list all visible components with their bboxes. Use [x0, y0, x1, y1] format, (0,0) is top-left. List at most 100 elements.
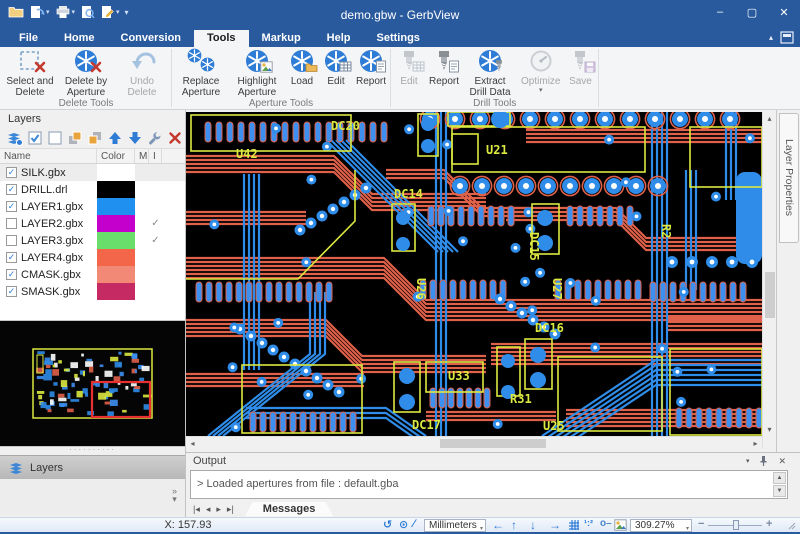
output-log[interactable]: > Loaded apertures from file : default.g… [190, 470, 788, 499]
pcb-canvas[interactable]: DC20U42U21DC14DC15R2U26U27DC16U33R31DC17… [186, 112, 762, 436]
vscroll-thumb[interactable] [765, 272, 775, 318]
pan-up-icon[interactable]: ↑ [511, 518, 517, 532]
ribbon-button-save[interactable]: Save [563, 47, 597, 87]
pan-left-icon[interactable]: ← [492, 518, 504, 532]
rotate-icon[interactable]: ↺ [383, 518, 392, 531]
column-header-m[interactable]: M [135, 149, 149, 163]
layer-row-layer1-gbx[interactable]: ✓LAYER1.gbx [0, 198, 185, 215]
scroll-right-icon[interactable]: ▸ [749, 437, 762, 450]
pin-icon[interactable] [758, 455, 769, 467]
ribbon-button-select-and-delete[interactable]: Select and Delete [2, 47, 58, 98]
origin-icon[interactable]: o– [600, 518, 612, 529]
panel-overflow-button[interactable]: »▾ [172, 487, 177, 503]
pan-down-icon[interactable]: ↓ [530, 518, 536, 532]
layer-color-swatch[interactable] [97, 164, 135, 181]
line-icon[interactable]: ∕ [413, 518, 415, 530]
overview-thumbnail[interactable] [0, 320, 185, 447]
layer-row-drill-drl[interactable]: ✓DRILL.drl [0, 181, 185, 198]
zoom-in-icon[interactable]: + [766, 518, 772, 530]
layer-color-swatch[interactable] [97, 249, 135, 266]
ribbon-options-icon[interactable] [780, 31, 794, 44]
output-close-icon[interactable]: ✕ [778, 456, 786, 467]
layer-row-smask-gbx[interactable]: ✓SMASK.gbx [0, 283, 185, 300]
next-tab-icon[interactable]: ▸ [213, 504, 224, 515]
ribbon-button-replace-aperture[interactable]: Replace Aperture [173, 47, 229, 98]
layer-row-silk-gbx[interactable]: ✓SILK.gbx [0, 164, 185, 181]
layer-visible-checkbox[interactable]: ✓ [6, 201, 17, 212]
bring-forward-button[interactable] [66, 130, 83, 147]
canvas-hscrollbar[interactable]: ◂ ▸ [186, 436, 762, 449]
check-all-button[interactable] [26, 130, 43, 147]
layer-row-layer2-gbx[interactable]: LAYER2.gbx✓ [0, 215, 185, 232]
prev-tab-icon[interactable]: ◂ [203, 504, 214, 515]
close-button[interactable]: ✕ [768, 0, 800, 24]
scroll-left-icon[interactable]: ◂ [186, 437, 199, 450]
scroll-down-icon[interactable]: ▾ [763, 423, 776, 436]
ribbon-button-report[interactable]: Report [426, 47, 462, 87]
zoom-out-icon[interactable]: − [698, 518, 704, 530]
last-tab-icon[interactable]: ▸| [224, 504, 237, 515]
tab-tools[interactable]: Tools [194, 30, 249, 47]
ribbon-button-optimize[interactable]: Optimize▾ [518, 47, 563, 95]
renumber-icon[interactable]: ¹:² [584, 518, 593, 528]
ribbon-button-delete-by-aperture[interactable]: Delete by Aperture [58, 47, 114, 98]
settings-wrench-button[interactable] [146, 130, 163, 147]
column-header-name[interactable]: Name [0, 149, 97, 163]
output-scroll-down-icon[interactable]: ▼ [773, 485, 786, 497]
pan-right-icon[interactable]: → [549, 518, 561, 532]
layer-color-swatch[interactable] [97, 232, 135, 249]
minimize-button[interactable]: – [704, 0, 736, 24]
ribbon-button-load[interactable]: Load [285, 47, 319, 87]
ribbon-button-edit[interactable]: Edit [392, 47, 426, 87]
ribbon-button-undo-delete[interactable]: Undo Delete [114, 47, 170, 98]
column-header-color[interactable]: Color [97, 149, 135, 163]
layer-row-layer3-gbx[interactable]: LAYER3.gbx✓ [0, 232, 185, 249]
layer-color-swatch[interactable] [97, 215, 135, 232]
remove-layer-button[interactable] [166, 130, 183, 147]
layer-visible-checkbox[interactable]: ✓ [6, 167, 17, 178]
panel-resize-grip[interactable]: ·········· [0, 447, 185, 455]
scroll-up-icon[interactable]: ▴ [763, 112, 776, 125]
ribbon-button-report[interactable]: Report [353, 47, 389, 87]
layer-visible-checkbox[interactable]: ✓ [6, 269, 17, 280]
output-scroll-up-icon[interactable]: ▲ [773, 472, 786, 484]
reload-layers-button[interactable] [6, 130, 23, 147]
tab-file[interactable]: File [6, 30, 51, 47]
layer-row-cmask-gbx[interactable]: ✓CMASK.gbx [0, 266, 185, 283]
tab-home[interactable]: Home [51, 30, 108, 47]
tab-settings[interactable]: Settings [364, 30, 433, 47]
layer-color-swatch[interactable] [97, 181, 135, 198]
layer-visible-checkbox[interactable]: ✓ [6, 252, 17, 263]
layer-color-swatch[interactable] [97, 283, 135, 300]
move-down-button[interactable] [126, 130, 143, 147]
tab-markup[interactable]: Markup [249, 30, 314, 47]
layer-visible-checkbox[interactable] [6, 218, 17, 229]
layer-visible-checkbox[interactable] [6, 235, 17, 246]
tab-help[interactable]: Help [314, 30, 364, 47]
tab-conversion[interactable]: Conversion [108, 30, 195, 47]
layer-visible-checkbox[interactable]: ✓ [6, 184, 17, 195]
send-backward-button[interactable] [86, 130, 103, 147]
maximize-button[interactable]: ▢ [736, 0, 768, 24]
hscroll-thumb[interactable] [440, 439, 546, 448]
ribbon-button-highlight-aperture[interactable]: Highlight Aperture [229, 47, 285, 98]
zoom-slider-thumb[interactable] [733, 520, 739, 530]
layer-color-swatch[interactable] [97, 266, 135, 283]
circle-icon[interactable]: ⊙ [399, 518, 408, 531]
grid-icon[interactable] [568, 519, 580, 531]
layer-visible-checkbox[interactable]: ✓ [6, 286, 17, 297]
first-tab-icon[interactable]: |◂ [190, 504, 203, 515]
zoom-select[interactable]: 309.27%▾ [630, 519, 692, 532]
messages-tab[interactable]: Messages [245, 502, 334, 517]
uncheck-all-button[interactable] [46, 130, 63, 147]
canvas-vscrollbar[interactable]: ▴ ▾ [762, 112, 776, 449]
resize-grip-icon[interactable] [788, 522, 796, 530]
layer-color-swatch[interactable] [97, 198, 135, 215]
column-header-i[interactable]: I [149, 149, 162, 163]
layers-bottom-tab[interactable]: Layers [0, 455, 185, 479]
layer-properties-tab[interactable]: Layer Properties [779, 113, 799, 243]
units-select[interactable]: Millimeters▾ [424, 519, 486, 532]
snapshot-icon[interactable] [614, 519, 627, 531]
collapse-ribbon-icon[interactable]: ▴ [769, 33, 773, 42]
ribbon-button-edit[interactable]: Edit [319, 47, 353, 87]
